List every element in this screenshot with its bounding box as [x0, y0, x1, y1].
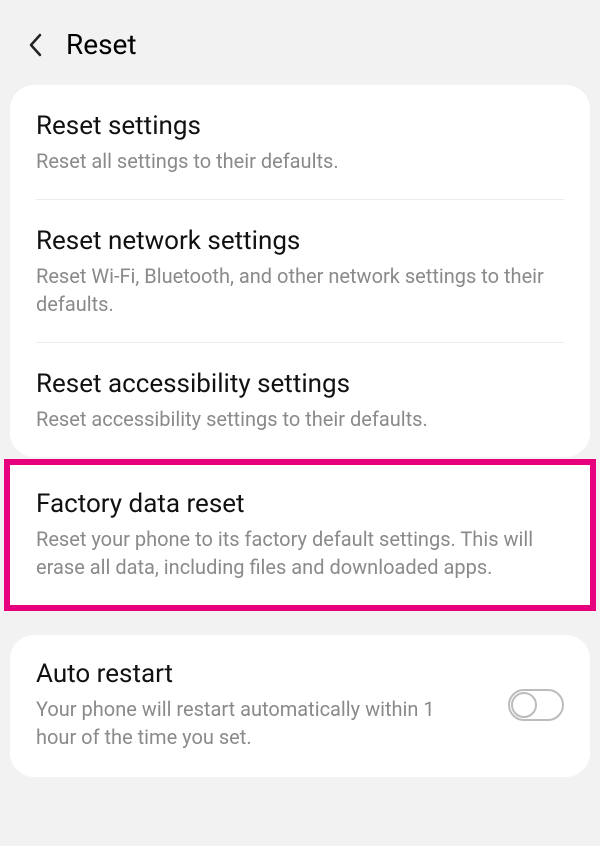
item-desc: Reset Wi-Fi, Bluetooth, and other networ… [36, 262, 564, 318]
item-title: Reset accessibility settings [36, 369, 564, 399]
item-desc: Reset accessibility settings to their de… [36, 405, 564, 433]
auto-restart-text: Auto restart Your phone will restart aut… [36, 659, 492, 751]
page-header: Reset [0, 0, 600, 85]
item-desc: Your phone will restart automatically wi… [36, 695, 456, 751]
reset-settings-item[interactable]: Reset settings Reset all settings to the… [10, 85, 590, 199]
back-icon[interactable] [26, 31, 44, 59]
reset-card: Reset settings Reset all settings to the… [10, 85, 590, 457]
auto-restart-item[interactable]: Auto restart Your phone will restart aut… [10, 635, 590, 777]
factory-data-reset-highlight: Factory data reset Reset your phone to i… [4, 459, 596, 611]
item-title: Reset settings [36, 111, 564, 141]
auto-restart-toggle[interactable] [508, 689, 564, 721]
item-desc: Reset your phone to its factory default … [36, 525, 564, 581]
factory-data-reset-item[interactable]: Factory data reset Reset your phone to i… [10, 465, 590, 605]
item-desc: Reset all settings to their defaults. [36, 147, 564, 175]
item-title: Auto restart [36, 659, 492, 689]
item-title: Reset network settings [36, 226, 564, 256]
page-title: Reset [66, 28, 137, 61]
item-title: Factory data reset [36, 489, 564, 519]
reset-network-settings-item[interactable]: Reset network settings Reset Wi-Fi, Blue… [10, 200, 590, 342]
auto-restart-card: Auto restart Your phone will restart aut… [10, 635, 590, 777]
reset-accessibility-settings-item[interactable]: Reset accessibility settings Reset acces… [10, 343, 590, 457]
